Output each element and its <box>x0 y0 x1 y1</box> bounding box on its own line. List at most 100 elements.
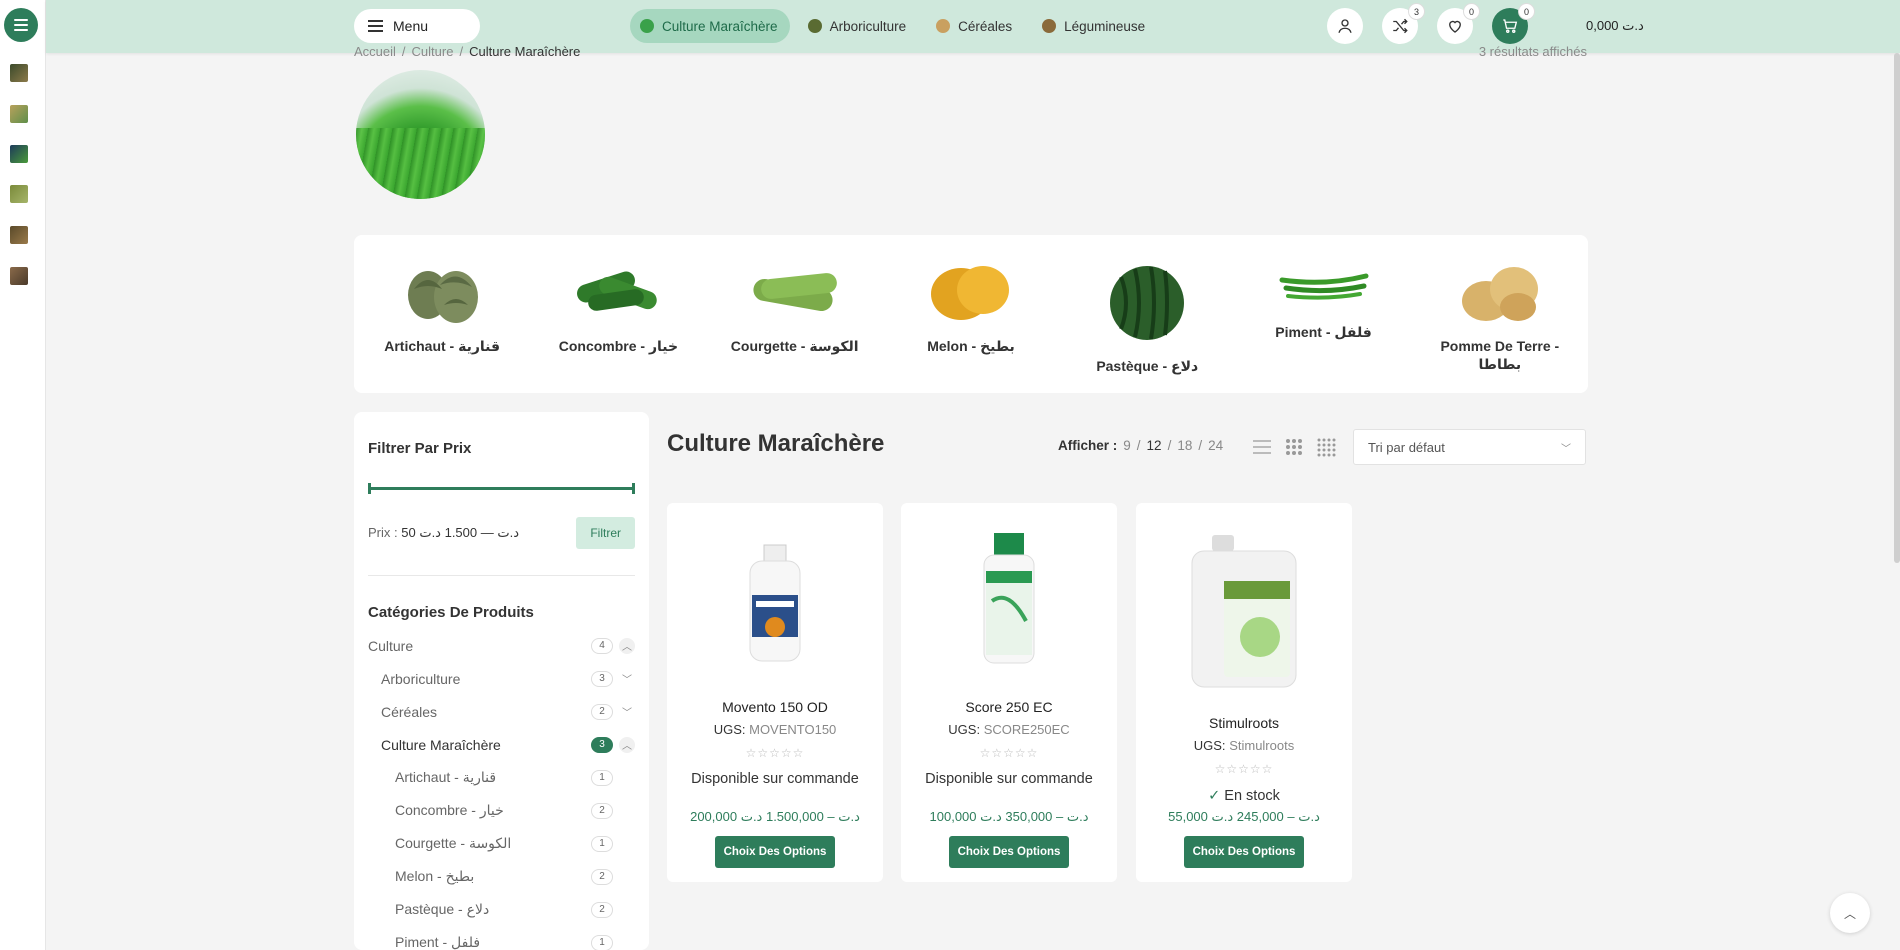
subcategory-artichaut[interactable]: Artichaut - قنارية <box>367 253 517 355</box>
rail-thumbnail[interactable] <box>10 267 28 285</box>
price-range-label: Prix : 50 د.ت — 1.500 د.ت <box>368 525 519 541</box>
chevron-up-icon[interactable]: ︿ <box>619 637 635 654</box>
grid-3-view-icon[interactable] <box>1284 437 1304 457</box>
choose-options-button[interactable]: Choix Des Options <box>1184 836 1304 868</box>
side-menu-button[interactable] <box>4 8 38 42</box>
price-slider-track <box>368 487 635 490</box>
rail-thumbnail[interactable] <box>10 185 28 203</box>
filter-button[interactable]: Filtrer <box>576 517 635 549</box>
user-icon <box>1338 19 1352 33</box>
product-card[interactable]: Movento 150 OD UGS: MOVENTO150 ☆☆☆☆☆ Dis… <box>667 503 883 882</box>
price-slider-max-handle[interactable] <box>632 483 635 494</box>
top-bar: Menu Culture Maraîchère Arboriculture Cé… <box>46 0 1900 53</box>
sort-select[interactable]: Tri par défaut ﹀ <box>1353 429 1586 465</box>
rail-thumbnail[interactable] <box>10 145 28 163</box>
menu-button[interactable]: Menu <box>354 9 480 43</box>
nav-arboriculture[interactable]: Arboriculture <box>798 9 919 43</box>
subcategory-pomme-de-terre[interactable]: Pomme De Terre - بطاطا <box>1425 253 1575 373</box>
availability: Disponible sur commande <box>691 771 859 787</box>
choose-options-button[interactable]: Choix Des Options <box>949 836 1069 868</box>
product-card[interactable]: Stimulroots UGS: Stimulroots ☆☆☆☆☆ ✓ En … <box>1136 503 1352 882</box>
product-price: 100,000 د.ت – 350,000 د.ت <box>929 809 1089 824</box>
legume-icon <box>1042 19 1057 33</box>
list-view-icon[interactable] <box>1252 437 1272 457</box>
subcategory-pasteque[interactable]: Pastèque - دلاع <box>1072 253 1222 375</box>
breadcrumb-separator: / <box>459 44 464 59</box>
per-page-option[interactable]: 9 <box>1123 438 1131 453</box>
grid-4-view-icon[interactable] <box>1316 437 1336 457</box>
chevron-up-icon: ︿ <box>1843 906 1856 921</box>
shuffle-icon <box>1393 18 1408 34</box>
rail-thumbnail[interactable] <box>10 226 28 244</box>
wishlist-button[interactable]: 0 <box>1437 4 1479 44</box>
nav-legumineuse[interactable]: Légumineuse <box>1032 9 1157 43</box>
rail-thumbnail[interactable] <box>10 64 28 82</box>
category-name: Culture Maraîchère <box>381 736 501 753</box>
per-page-option-selected[interactable]: 12 <box>1147 438 1162 453</box>
subcategory-piment[interactable]: Piment - فلفل <box>1249 253 1399 341</box>
product-image[interactable] <box>1136 533 1352 691</box>
category-item-piment[interactable]: Piment - فلفل 1 <box>368 926 635 950</box>
per-page-option[interactable]: 18 <box>1177 438 1192 453</box>
chevron-up-icon[interactable]: ︿ <box>619 736 635 753</box>
category-item-concombre[interactable]: Concombre - خيار 2 <box>368 794 635 827</box>
price-filter-title: Filtrer Par Prix <box>368 440 472 457</box>
left-rail <box>0 0 46 950</box>
chevron-down-icon[interactable]: ﹀ <box>619 704 635 720</box>
category-item-culture-maraichere[interactable]: Culture Maraîchère 3 ︿ <box>368 728 635 761</box>
category-count: 1 <box>591 769 613 786</box>
category-item-arboriculture[interactable]: Arboriculture 3 ﹀ <box>368 662 635 695</box>
product-image[interactable] <box>901 531 1117 667</box>
price-slider-min-handle[interactable] <box>368 483 371 494</box>
product-name[interactable]: Score 250 EC <box>901 699 1117 715</box>
nav-culture-maraichere[interactable]: Culture Maraîchère <box>630 9 790 43</box>
artichoke-image <box>394 253 490 333</box>
choose-options-button[interactable]: Choix Des Options <box>715 836 835 868</box>
compare-button[interactable]: 3 <box>1382 4 1424 44</box>
product-card[interactable]: Score 250 EC UGS: SCORE250EC ☆☆☆☆☆ Dispo… <box>901 503 1117 882</box>
rating-stars: ☆☆☆☆☆ <box>745 746 805 760</box>
category-item-cereales[interactable]: Céréales 2 ﹀ <box>368 695 635 728</box>
category-item-melon[interactable]: Melon - بطيخ 2 <box>368 860 635 893</box>
category-name: Culture <box>368 637 414 654</box>
category-name: Melon - بطيخ <box>395 868 475 884</box>
category-count: 1 <box>591 835 613 852</box>
subcategory-concombre[interactable]: Concombre - خيار <box>543 253 693 355</box>
subcategory-name: Courgette - الكوسة <box>730 338 859 354</box>
rail-thumbnail[interactable] <box>10 105 28 123</box>
per-page-option[interactable]: 24 <box>1208 438 1223 453</box>
sidebar: Filtrer Par Prix Prix : 50 د.ت — 1.500 د… <box>354 412 649 950</box>
view-switcher <box>1252 437 1336 457</box>
scroll-to-top-button[interactable]: ︿ <box>1830 893 1870 933</box>
product-name[interactable]: Movento 150 OD <box>667 699 883 715</box>
price-slider[interactable] <box>368 483 635 494</box>
sort-label: Tri par défaut <box>1368 439 1445 455</box>
category-item-pasteque[interactable]: Pastèque - دلاع 2 <box>368 893 635 926</box>
breadcrumb-separator: / <box>401 44 406 59</box>
scrollbar[interactable] <box>1894 53 1900 563</box>
page-title: Culture Maraîchère <box>667 430 885 457</box>
breadcrumb-culture[interactable]: Culture <box>412 44 454 59</box>
melon-image <box>923 253 1019 333</box>
subcategory-name: Artichaut - قنارية <box>384 338 501 354</box>
category-name: Arboriculture <box>381 670 461 687</box>
subcategory-courgette[interactable]: Courgette - الكوسة <box>720 253 870 355</box>
product-name[interactable]: Stimulroots <box>1136 715 1352 731</box>
chevron-down-icon[interactable]: ﹀ <box>619 671 635 687</box>
cart-total[interactable]: 0,000 د.ت <box>1586 18 1644 34</box>
category-item-courgette[interactable]: Courgette - الكوسة 1 <box>368 827 635 860</box>
cart-button[interactable]: 0 <box>1492 4 1534 44</box>
subcategory-melon[interactable]: Melon - بطيخ <box>896 253 1046 355</box>
nav-cereales[interactable]: Céréales <box>926 9 1024 43</box>
category-item-artichaut[interactable]: Artichaut - قنارية 1 <box>368 761 635 794</box>
wishlist-count: 0 <box>1464 4 1479 19</box>
product-image[interactable] <box>667 543 883 665</box>
category-nav: Culture Maraîchère Arboriculture Céréale… <box>630 9 1157 43</box>
category-item-culture[interactable]: Culture 4 ︿ <box>368 629 635 662</box>
breadcrumb: Accueil / Culture / Culture Maraîchère <box>354 44 580 59</box>
subcategory-name: Concombre - خيار <box>558 338 679 354</box>
breadcrumb-home[interactable]: Accueil <box>354 44 396 59</box>
category-name: Courgette - الكوسة <box>395 835 512 851</box>
account-button[interactable] <box>1327 8 1363 44</box>
availability: ✓ En stock <box>1208 788 1280 804</box>
